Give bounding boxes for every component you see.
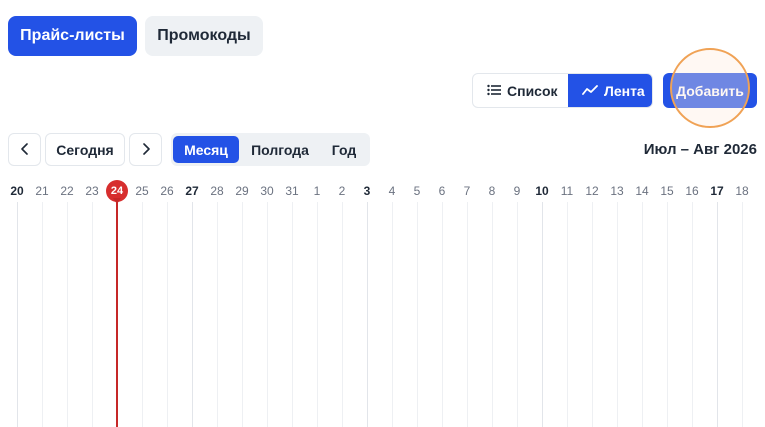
- chevron-left-icon: [20, 142, 30, 158]
- timeline-day-label: 18: [735, 184, 749, 198]
- timeline-gridline: [417, 202, 418, 427]
- timeline-gridline: [192, 202, 193, 427]
- timeline-day-label: 27: [185, 184, 199, 198]
- timeline-day-label: 5: [413, 184, 421, 198]
- timeline-gridline: [292, 202, 293, 427]
- timeline-gridline: [542, 202, 543, 427]
- timeline-gridline: [617, 202, 618, 427]
- add-button[interactable]: Добавить: [663, 73, 757, 108]
- tab-price-lists[interactable]: Прайс-листы: [8, 16, 137, 56]
- timeline-gridline: [242, 202, 243, 427]
- range-selector: Месяц Полгода Год: [171, 133, 370, 166]
- timeline-day-label: 7: [463, 184, 471, 198]
- timeline-day-label: 29: [235, 184, 249, 198]
- chevron-right-icon: [141, 142, 151, 158]
- list-icon: [487, 83, 501, 99]
- today-pointer-icon: [113, 198, 121, 204]
- timeline-day-label: 6: [438, 184, 446, 198]
- timeline-day-label: 14: [635, 184, 649, 198]
- timeline-gridline: [42, 202, 43, 427]
- timeline-day-label: 30: [260, 184, 274, 198]
- timeline-gridline: [92, 202, 93, 427]
- timeline-gridline: [717, 202, 718, 427]
- view-list-button[interactable]: Список: [473, 74, 568, 107]
- timeline-gridline: [367, 202, 368, 427]
- timeline: 20 21 22 23 24 25 26 27 28 29 30 31 1 2 3 4 5 6 7 8 9 10 11 12 1…: [0, 176, 765, 427]
- timeline-day-label: 11: [560, 184, 574, 198]
- timeline-gridline: [642, 202, 643, 427]
- timeline-gridline: [592, 202, 593, 427]
- timeline-day-label: 1: [313, 184, 321, 198]
- range-half-year-label: Полгода: [251, 141, 309, 158]
- timeline-gridline: [692, 202, 693, 427]
- timeline-day-label: 8: [488, 184, 496, 198]
- timeline-day-label: 26: [160, 184, 174, 198]
- trend-icon: [582, 83, 598, 99]
- range-month-button[interactable]: Месяц: [173, 136, 239, 163]
- timeline-day-label: 15: [660, 184, 674, 198]
- today-button[interactable]: Сегодня: [45, 133, 125, 166]
- timeline-gridline: [267, 202, 268, 427]
- timeline-day-label: 3: [363, 184, 371, 198]
- view-toggle: Список Лента: [472, 73, 653, 108]
- range-month-label: Месяц: [184, 141, 228, 158]
- add-button-label: Добавить: [676, 82, 744, 99]
- range-year-button[interactable]: Год: [321, 136, 367, 163]
- view-list-label: Список: [507, 82, 558, 99]
- timeline-day-label: 2: [338, 184, 346, 198]
- tab-promocodes-label: Промокоды: [157, 27, 251, 44]
- timeline-gridline: [467, 202, 468, 427]
- timeline-gridline: [742, 202, 743, 427]
- timeline-day-label: 20: [10, 184, 24, 198]
- range-year-label: Год: [331, 141, 357, 158]
- timeline-gridline: [517, 202, 518, 427]
- timeline-gridline: [667, 202, 668, 427]
- timeline-day-label: 22: [60, 184, 74, 198]
- view-feed-label: Лента: [604, 82, 645, 99]
- prev-button[interactable]: [8, 133, 41, 166]
- next-button[interactable]: [129, 133, 162, 166]
- timeline-day-label: 28: [210, 184, 224, 198]
- timeline-day-label: 17: [710, 184, 724, 198]
- timeline-day-label: 16: [685, 184, 699, 198]
- timeline-day-label: 4: [388, 184, 396, 198]
- timeline-gridline: [442, 202, 443, 427]
- timeline-gridline: [492, 202, 493, 427]
- range-half-year-button[interactable]: Полгода: [242, 136, 318, 163]
- tab-price-lists-label: Прайс-листы: [20, 27, 125, 44]
- timeline-day-label: 9: [513, 184, 521, 198]
- timeline-day-label: 25: [135, 184, 149, 198]
- timeline-gridline: [167, 202, 168, 427]
- timeline-gridline: [67, 202, 68, 427]
- timeline-day-label: 31: [285, 184, 299, 198]
- period-title: Июл – Авг 2026: [643, 141, 757, 158]
- timeline-day-label: 23: [85, 184, 99, 198]
- timeline-day-label: 10: [535, 184, 549, 198]
- timeline-gridline: [567, 202, 568, 427]
- today-button-label: Сегодня: [56, 141, 114, 158]
- timeline-gridline: [217, 202, 218, 427]
- timeline-gridline: [317, 202, 318, 427]
- timeline-gridline: [17, 202, 18, 427]
- view-feed-button[interactable]: Лента: [568, 74, 652, 107]
- timeline-gridline: [392, 202, 393, 427]
- timeline-gridline: [342, 202, 343, 427]
- tab-promocodes[interactable]: Промокоды: [145, 16, 263, 56]
- timeline-day-label: 21: [35, 184, 49, 198]
- timeline-day-label: 13: [610, 184, 624, 198]
- today-line: [116, 200, 118, 427]
- timeline-gridline: [142, 202, 143, 427]
- timeline-day-label: 12: [585, 184, 599, 198]
